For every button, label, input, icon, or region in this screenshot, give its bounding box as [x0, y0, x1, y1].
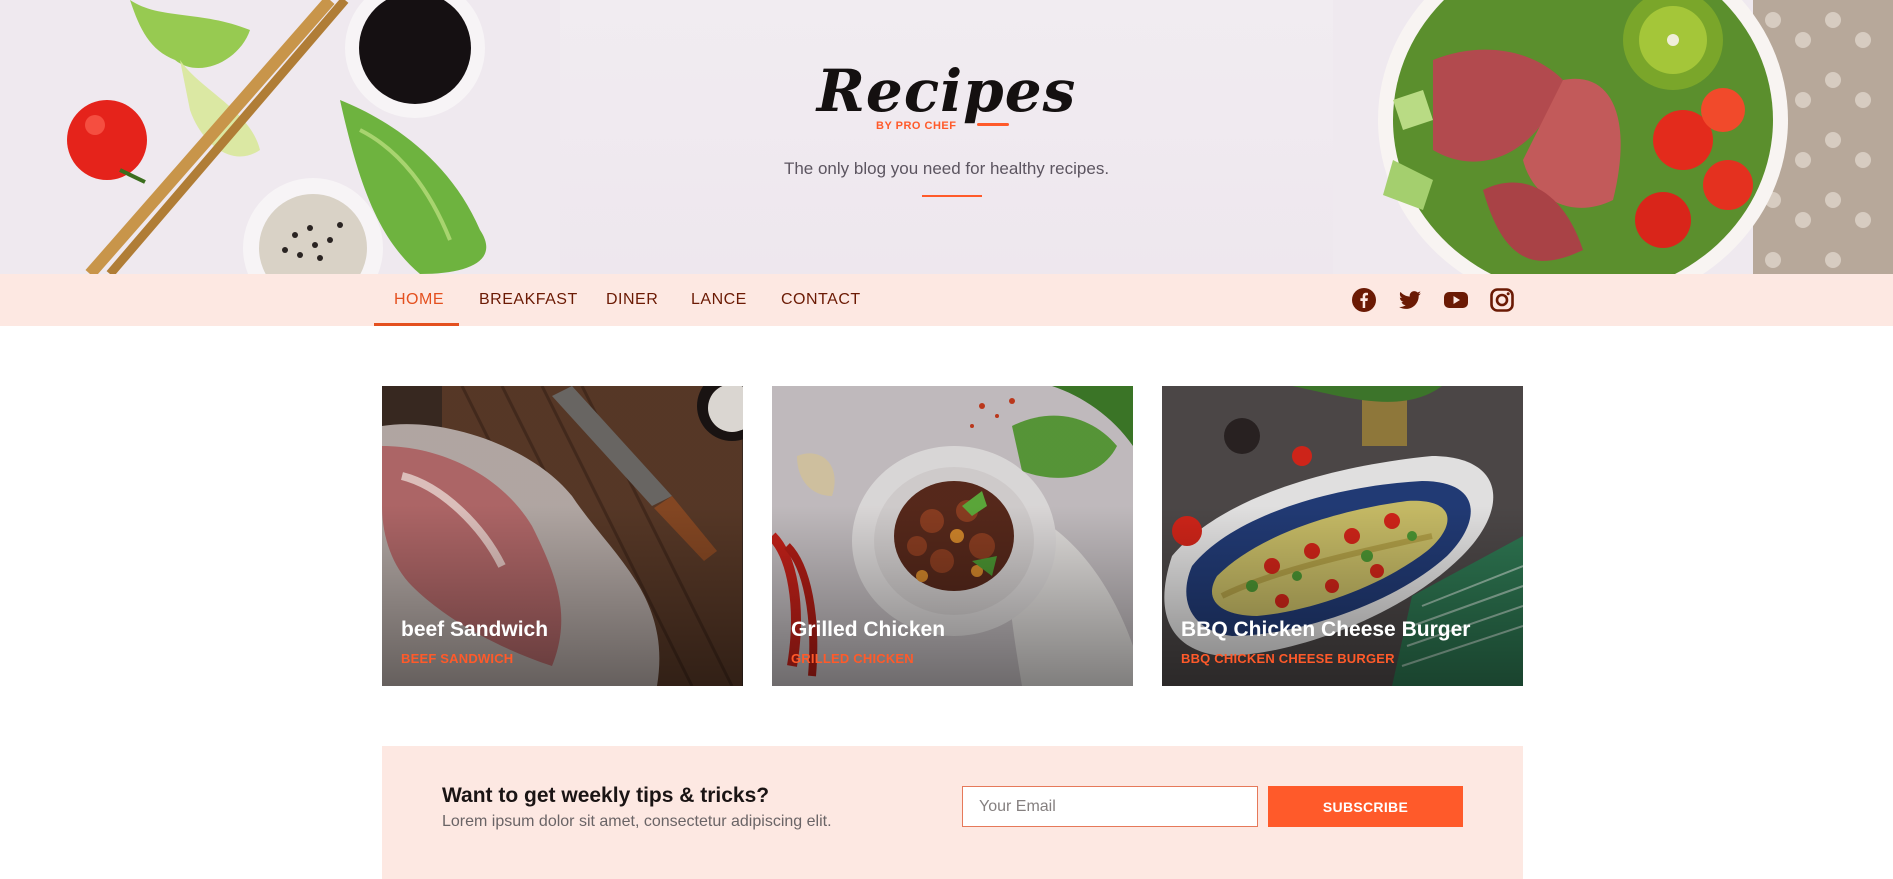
fork-icon — [977, 123, 1009, 126]
youtube-icon[interactable] — [1443, 287, 1469, 313]
card-title[interactable]: BBQ Chicken Cheese Burger — [1181, 618, 1470, 642]
hero-image-left — [0, 0, 560, 274]
main-nav: HOME BREAKFAST DINER LANCE CONTACT — [0, 274, 1893, 326]
card-category[interactable]: BEEF SANDWICH — [401, 651, 513, 666]
nav-diner[interactable]: DINER — [606, 274, 658, 326]
logo-title: Recipes — [816, 57, 1077, 125]
nav-contact[interactable]: CONTACT — [781, 274, 861, 326]
logo-subtitle: BY PRO CHEF — [876, 120, 957, 132]
card-category[interactable]: BBQ CHICKEN CHEESE BURGER — [1181, 651, 1395, 666]
recipe-card[interactable]: beef Sandwich BEEF SANDWICH — [382, 386, 743, 686]
twitter-icon[interactable] — [1397, 287, 1423, 313]
recipe-card[interactable]: Grilled Chicken GRILLED CHICKEN — [772, 386, 1133, 686]
nav-breakfast[interactable]: BREAKFAST — [479, 274, 578, 326]
subscribe-button[interactable]: SUBSCRIBE — [1268, 786, 1463, 827]
nav-active-indicator — [374, 323, 459, 326]
nav-home[interactable]: HOME — [394, 274, 444, 326]
hero-banner: Recipes BY PRO CHEF The only blog you ne… — [0, 0, 1893, 274]
nav-lance[interactable]: LANCE — [691, 274, 747, 326]
tagline: The only blog you need for healthy recip… — [783, 159, 1110, 178]
newsletter-title: Want to get weekly tips & tricks? — [442, 784, 770, 807]
logo[interactable]: Recipes — [0, 62, 1893, 120]
instagram-icon[interactable] — [1489, 287, 1515, 313]
email-input[interactable] — [962, 786, 1258, 827]
tagline-divider — [922, 195, 982, 197]
newsletter-description: Lorem ipsum dolor sit amet, consectetur … — [442, 813, 832, 830]
facebook-icon[interactable] — [1351, 287, 1377, 313]
card-category[interactable]: GRILLED CHICKEN — [791, 651, 914, 666]
newsletter-section: Want to get weekly tips & tricks? Lorem … — [382, 746, 1523, 879]
recipe-card[interactable]: BBQ Chicken Cheese Burger BBQ CHICKEN CH… — [1162, 386, 1523, 686]
card-title[interactable]: Grilled Chicken — [791, 618, 945, 642]
hero-image-right — [1333, 0, 1893, 274]
card-title[interactable]: beef Sandwich — [401, 618, 548, 642]
